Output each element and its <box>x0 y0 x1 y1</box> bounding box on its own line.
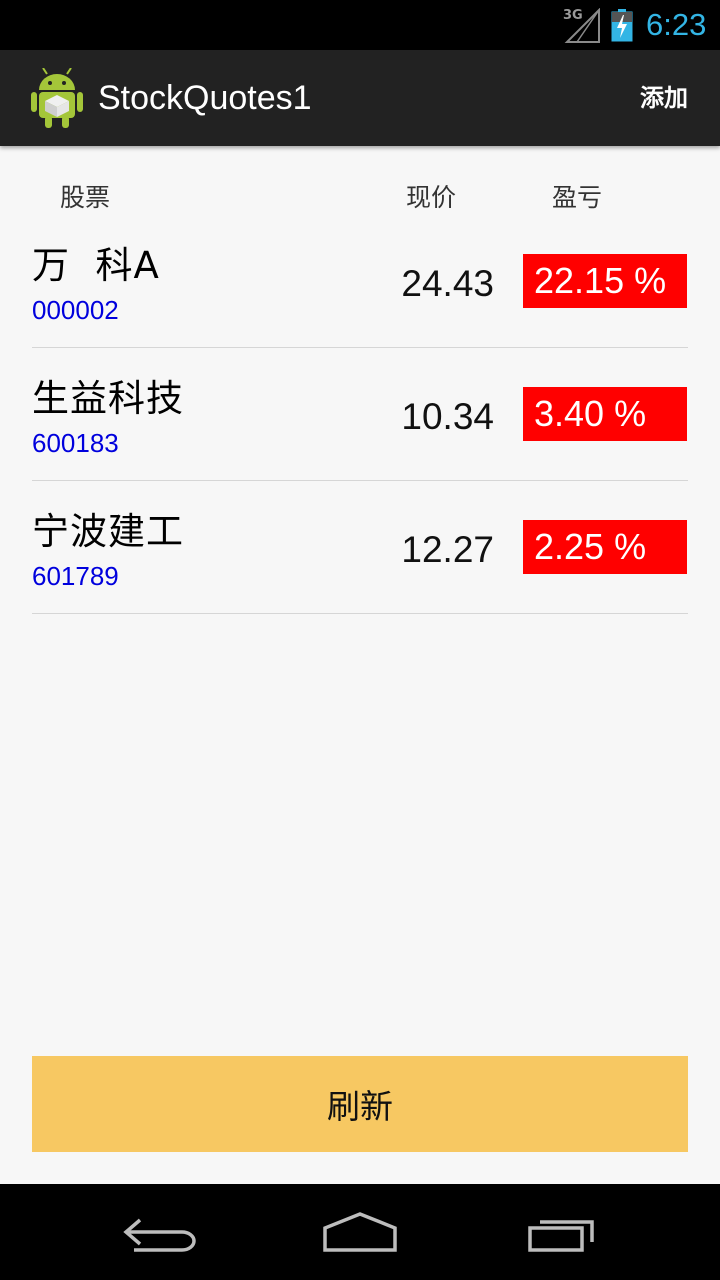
stock-row[interactable]: 宁波建工 601789 12.27 2.25 % <box>32 481 688 614</box>
back-icon <box>123 1218 196 1252</box>
action-bar: StockQuotes1 添加 <box>0 50 720 146</box>
battery-charging-icon <box>611 9 633 42</box>
home-button[interactable] <box>310 1198 410 1266</box>
home-icon <box>323 1212 397 1252</box>
add-button[interactable]: 添加 <box>640 83 688 113</box>
stock-code: 600183 <box>32 428 119 458</box>
stock-name: 宁波建工 <box>32 510 184 553</box>
stock-profit-loss: 3.40 % <box>523 387 687 441</box>
stock-code: 601789 <box>32 561 119 591</box>
app-title: StockQuotes1 <box>98 79 312 117</box>
recent-apps-button[interactable] <box>512 1198 612 1266</box>
refresh-button[interactable]: 刷新 <box>32 1056 688 1152</box>
stock-list: 万 科A 000002 24.43 22.15 % 生益科技 600183 10… <box>32 215 688 614</box>
signal-icon <box>564 8 600 43</box>
stock-price: 24.43 <box>401 263 494 304</box>
clock: 6:23 <box>646 7 707 42</box>
stock-price: 12.27 <box>401 529 494 570</box>
stock-code: 000002 <box>32 295 119 325</box>
header-stock: 股票 <box>60 183 111 212</box>
stock-price: 10.34 <box>401 396 494 437</box>
android-robot-icon[interactable] <box>30 68 84 128</box>
stock-profit-loss: 22.15 % <box>523 254 687 308</box>
recent-apps-icon <box>528 1220 594 1252</box>
stock-row[interactable]: 万 科A 000002 24.43 22.15 % <box>32 215 688 348</box>
header-profit-loss: 盈亏 <box>552 183 603 212</box>
stock-name: 万 科A <box>32 244 160 287</box>
app-screen: 3G 6:23 StockQuotes1 添加 股票 现价 盈亏 万 科A 00… <box>0 0 720 1280</box>
stock-profit-loss: 2.25 % <box>523 520 687 574</box>
navigation-bar <box>0 1184 720 1280</box>
stock-row[interactable]: 生益科技 600183 10.34 3.40 % <box>32 348 688 481</box>
back-button[interactable] <box>110 1198 210 1266</box>
stock-name: 生益科技 <box>32 377 184 420</box>
header-price: 现价 <box>406 183 457 212</box>
status-bar: 3G 6:23 <box>0 0 720 50</box>
